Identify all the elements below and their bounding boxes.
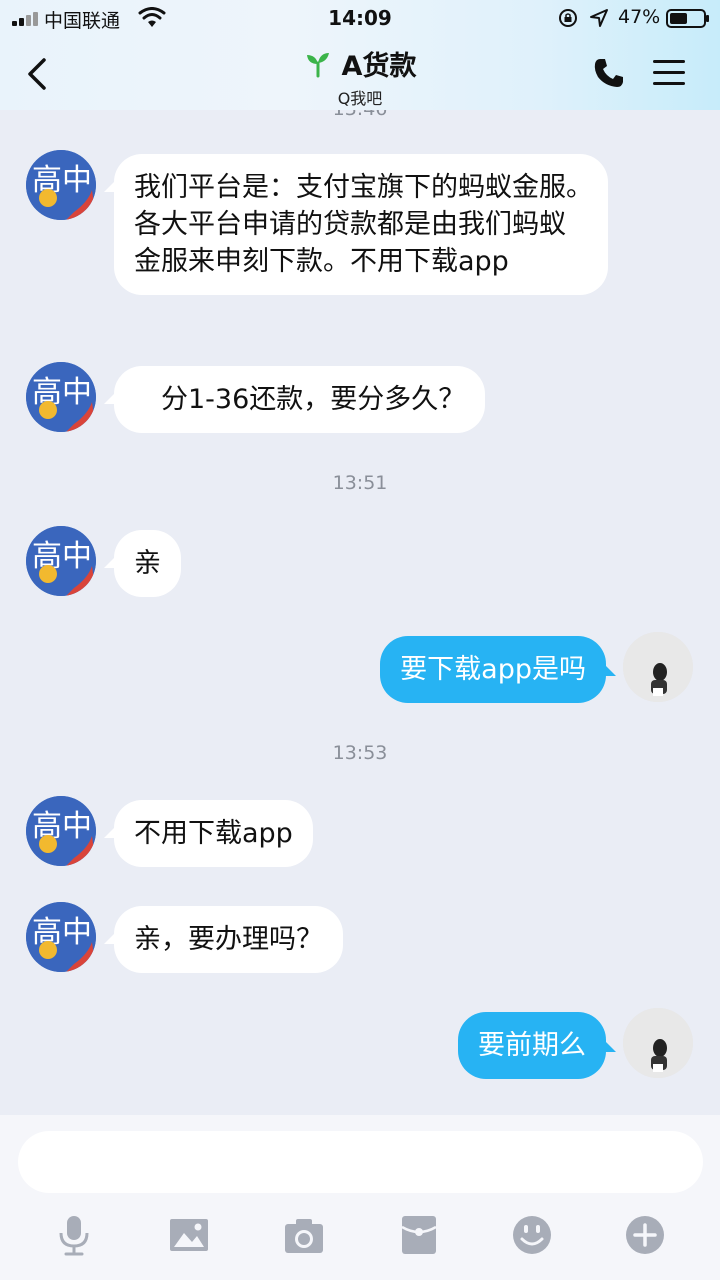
rotation-lock-icon (559, 9, 577, 27)
message-input[interactable] (18, 1131, 703, 1193)
plus-icon[interactable] (623, 1213, 667, 1257)
bubble-tail (600, 660, 616, 676)
message-bubble-outgoing[interactable]: 要下载app是吗 (380, 636, 606, 703)
contact-avatar-image: 高 中 (26, 902, 96, 972)
user-avatar[interactable] (623, 1008, 693, 1078)
timestamp: 13:53 (332, 742, 388, 764)
contact-avatar[interactable]: 高 中 (26, 902, 96, 972)
timestamp: 13:51 (332, 472, 388, 494)
contact-avatar-image: 高 中 (26, 362, 96, 432)
contact-avatar-image: 高 中 (26, 796, 96, 866)
menu-icon[interactable] (653, 58, 687, 88)
svg-text:中: 中 (62, 375, 92, 410)
image-icon[interactable] (167, 1213, 211, 1257)
contact-avatar-image: 高 中 (26, 526, 96, 596)
sprout-icon (306, 52, 329, 77)
svg-text:中: 中 (62, 809, 92, 844)
message-bubble[interactable]: 亲 (114, 530, 181, 597)
user-avatar[interactable] (623, 632, 693, 702)
input-bar (0, 1115, 720, 1280)
user-avatar-image (623, 1008, 693, 1078)
user-avatar-image (623, 632, 693, 702)
contact-avatar[interactable]: 高 中 (26, 362, 96, 432)
microphone-icon[interactable] (52, 1213, 96, 1257)
message-list[interactable]: 13:46 高 中 我们平台是：支付宝旗下的蚂蚁金服。 各大平台申请的贷款都是由… (0, 0, 720, 1115)
battery-percent: 47% (618, 6, 661, 28)
svg-text:中: 中 (62, 539, 92, 574)
camera-icon[interactable] (282, 1213, 326, 1257)
message-bubble[interactable]: 分1-36还款，要分多久？ (114, 366, 486, 433)
bubble-tail (600, 1036, 616, 1052)
clock: 14:09 (328, 6, 392, 30)
contact-avatar-image: 高 中 (26, 150, 96, 220)
contact-avatar[interactable]: 高 中 (26, 150, 96, 220)
battery-icon (666, 9, 709, 28)
svg-text:中: 中 (62, 915, 92, 950)
location-icon (590, 9, 608, 27)
message-bubble-outgoing[interactable]: 要前期么 (458, 1012, 606, 1079)
message-bubble[interactable]: 亲，要办理吗？ (114, 906, 343, 973)
svg-text:中: 中 (62, 163, 92, 198)
red-packet-icon[interactable] (397, 1213, 441, 1257)
message-bubble[interactable]: 我们平台是：支付宝旗下的蚂蚁金服。 各大平台申请的贷款都是由我们蚂蚁金服来申刻下… (114, 154, 608, 295)
status-bar: 中国联通 14:09 47% (0, 0, 720, 36)
emoji-icon[interactable] (510, 1213, 554, 1257)
chat-title: A货款 (341, 51, 417, 82)
contact-avatar[interactable]: 高 中 (26, 796, 96, 866)
chat-header: 中国联通 14:09 47% A货款 Q我吧 (0, 0, 720, 110)
phone-icon[interactable] (592, 56, 626, 90)
message-bubble[interactable]: 不用下载app (114, 800, 313, 867)
contact-avatar[interactable]: 高 中 (26, 526, 96, 596)
